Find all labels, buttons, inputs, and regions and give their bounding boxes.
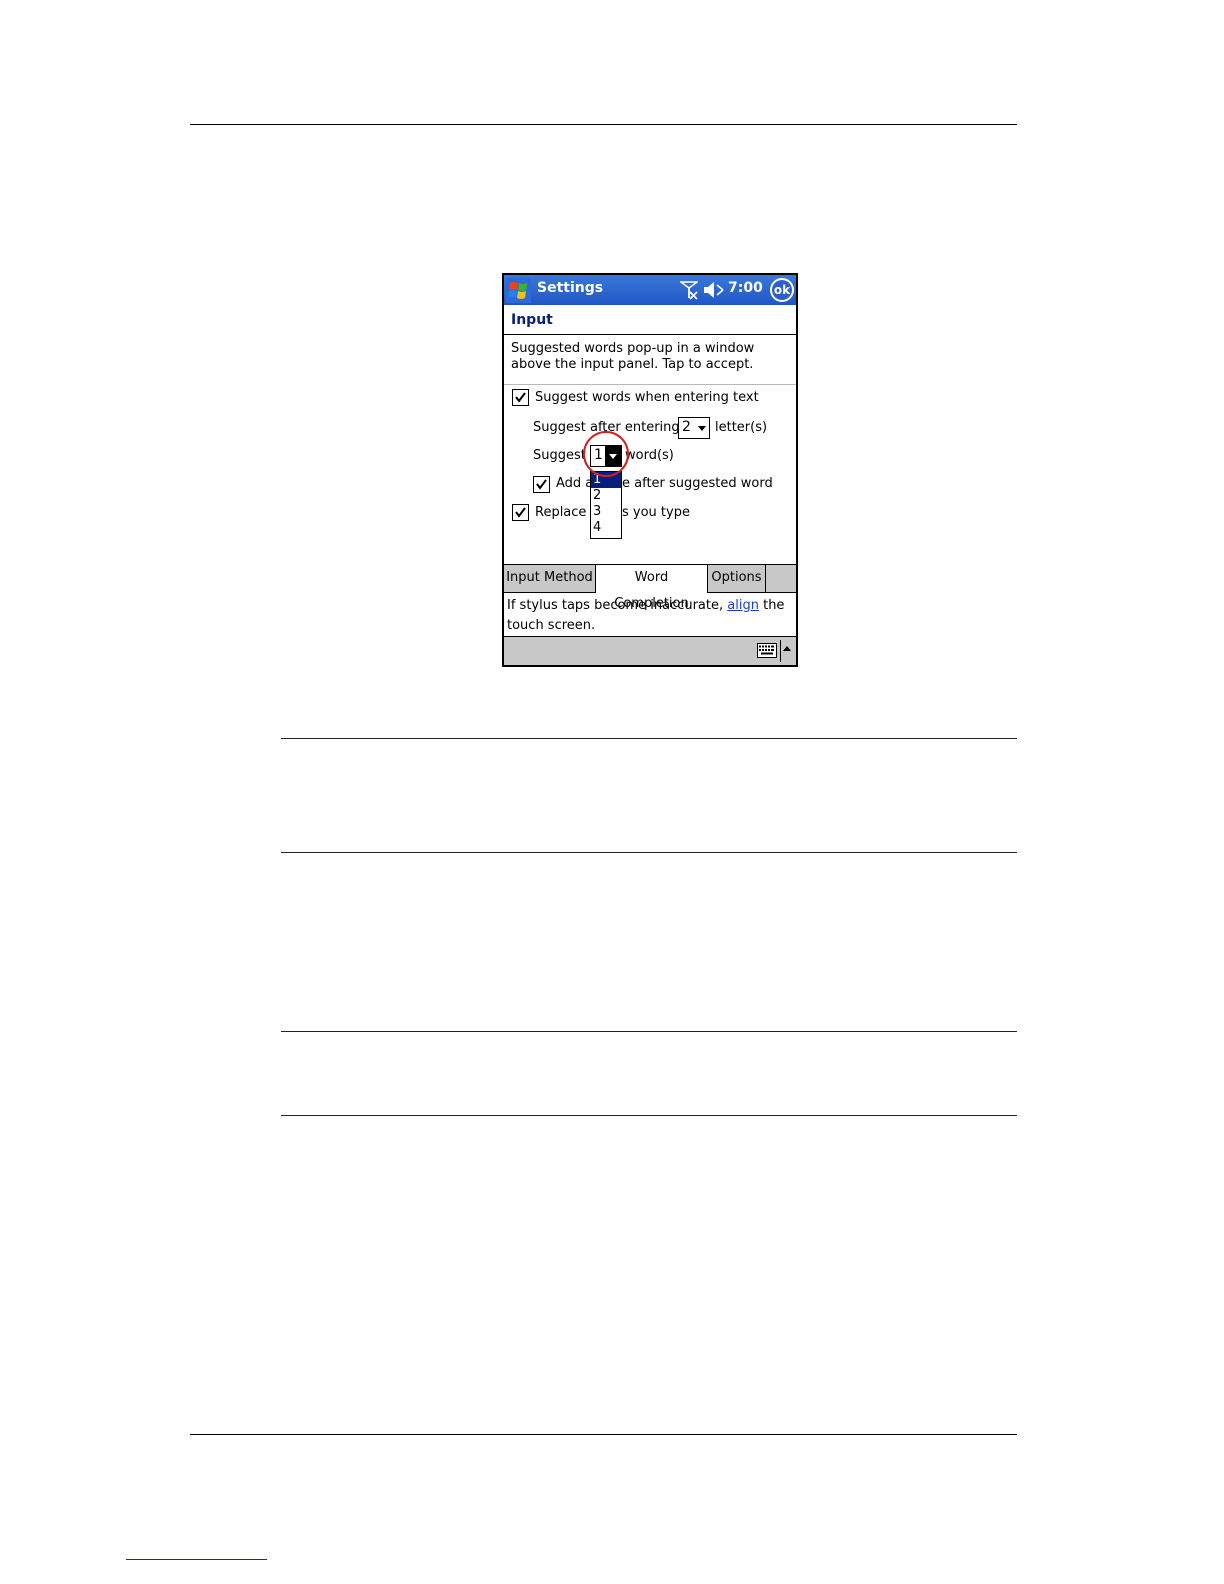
speaker-muted-icon[interactable] (703, 281, 725, 299)
check-icon (515, 507, 526, 518)
dropdown-option[interactable]: 2 (591, 488, 621, 504)
tab-input-method[interactable]: Input Method (504, 565, 596, 592)
ok-button[interactable]: ok (770, 278, 794, 302)
divider (504, 384, 796, 385)
chevron-up-icon[interactable] (783, 646, 791, 651)
replace-label-right: s you type (622, 505, 690, 520)
pocketpc-screenshot: Settings 7:00 ok Input Suggested words p… (502, 273, 798, 667)
description-text: Suggested words pop-up in a window above… (511, 341, 755, 372)
replace-checkbox[interactable] (512, 504, 529, 521)
letters-value: 2 (682, 419, 691, 435)
footer-rule (190, 1434, 1017, 1435)
note-rule-1 (281, 738, 1017, 739)
tab-filler (766, 565, 796, 592)
tab-strip: Input Method Word Completion Options (504, 564, 796, 611)
ok-label: ok (772, 280, 792, 300)
dropdown-option[interactable]: 4 (591, 520, 621, 536)
hint-text-before: If stylus taps become inaccurate, (507, 598, 724, 613)
highlight-circle-annotation (583, 431, 629, 477)
tab-options[interactable]: Options (708, 565, 766, 592)
check-icon (536, 479, 547, 490)
window-title: Settings (537, 280, 604, 296)
suggest-count-label: Suggest (533, 448, 586, 463)
letters-dropdown[interactable]: 2 (678, 417, 710, 439)
suggest-words-label: Suggest words when entering text (535, 390, 759, 405)
divider (504, 334, 796, 335)
clock[interactable]: 7:00 (728, 280, 763, 296)
note-rule-3 (281, 1031, 1017, 1032)
page-title: Input (511, 312, 553, 328)
chevron-down-icon (698, 426, 706, 431)
dropdown-option[interactable]: 3 (591, 504, 621, 520)
windows-start-icon[interactable] (506, 278, 531, 303)
align-link[interactable]: align (727, 598, 759, 613)
tab-word-completion[interactable]: Word Completion (596, 565, 708, 611)
align-hint: If stylus taps become inaccurate, align … (507, 596, 793, 636)
words-dropdown-list: 1 2 3 4 (590, 471, 622, 539)
words-suffix: word(s) (625, 448, 674, 463)
title-bar: Settings 7:00 ok (504, 275, 796, 305)
footer-link-underline (126, 1559, 267, 1560)
command-bar (504, 636, 796, 665)
check-icon (515, 392, 526, 403)
add-space-checkbox[interactable] (533, 476, 550, 493)
keyboard-icon[interactable] (757, 643, 777, 658)
add-space-label-right: e after suggested word (622, 476, 773, 491)
antenna-off-icon[interactable] (680, 280, 698, 300)
add-space-label-left: Add a (556, 476, 594, 491)
note-rule-4 (281, 1115, 1017, 1116)
letters-suffix: letter(s) (715, 420, 768, 435)
note-rule-2 (281, 852, 1017, 853)
header-rule (190, 124, 1017, 125)
replace-label-left: Replace t (535, 505, 596, 520)
divider (780, 640, 781, 662)
suggest-words-checkbox[interactable] (512, 389, 529, 406)
